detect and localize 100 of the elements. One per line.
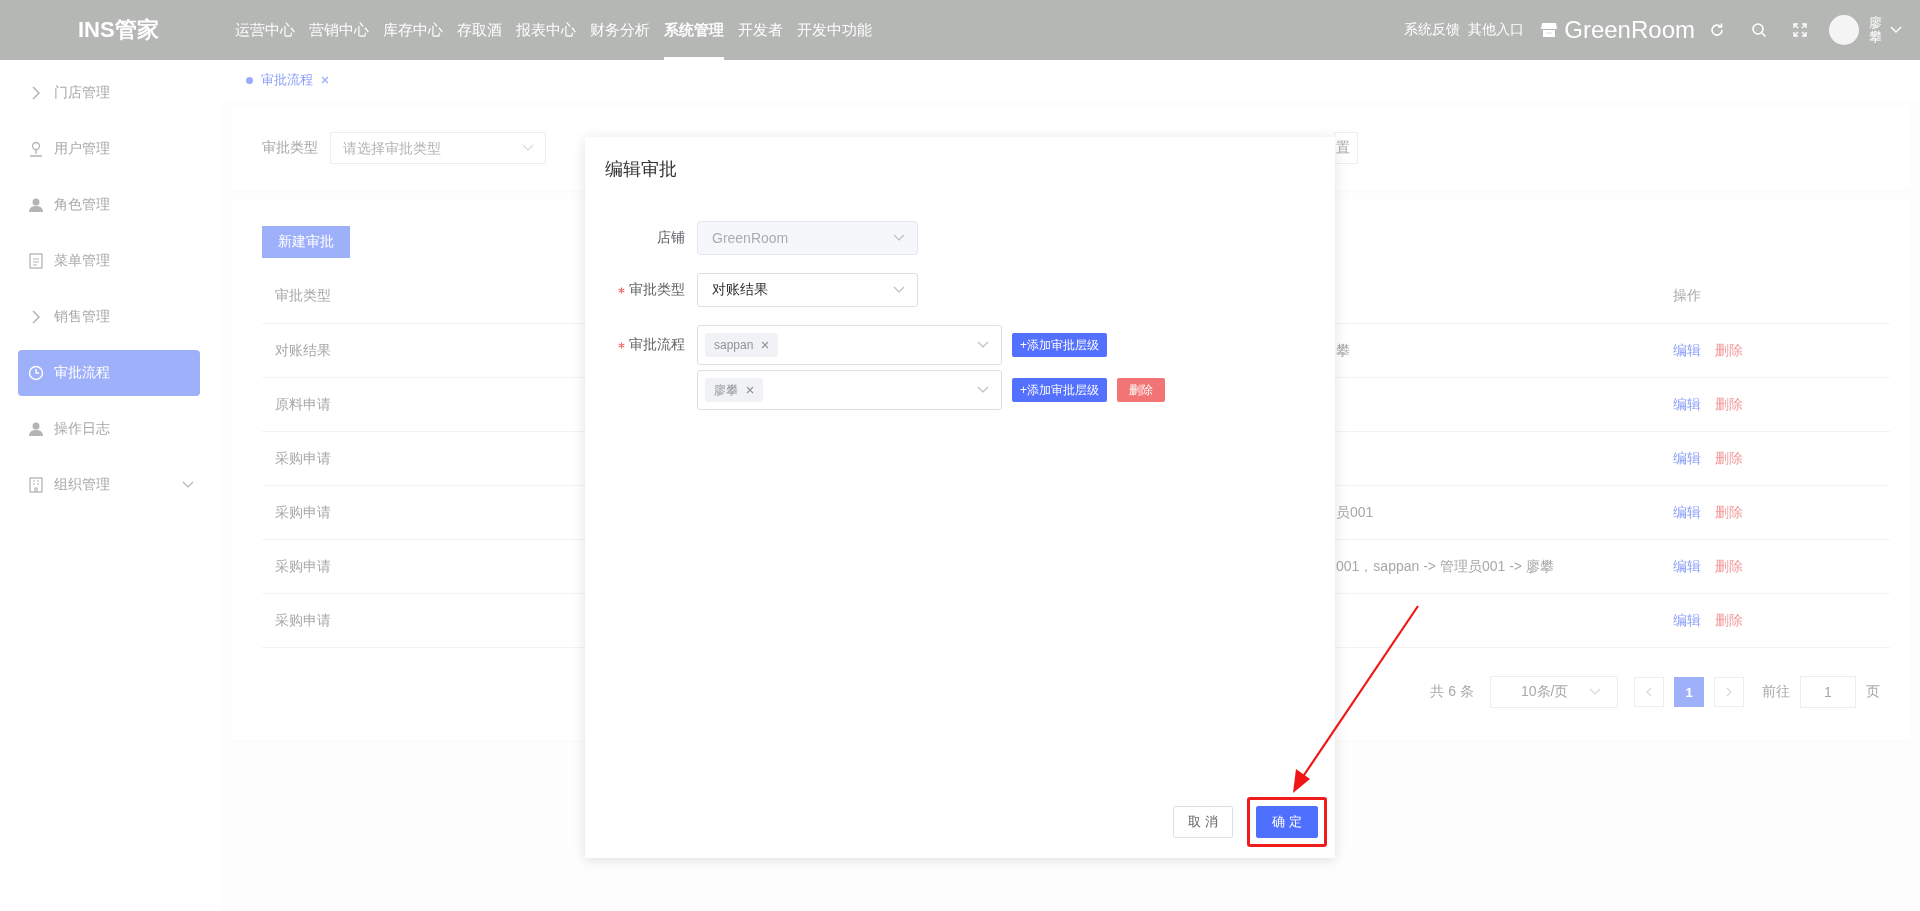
approver-select[interactable]: sappan — [697, 325, 1002, 365]
user-icon — [28, 197, 44, 213]
sidebar-item[interactable]: 销售管理 — [18, 294, 200, 340]
page-number[interactable]: 1 — [1674, 677, 1704, 707]
edit-link[interactable]: 编辑 — [1673, 611, 1701, 628]
chevron-right-icon — [1726, 687, 1732, 697]
fullscreen-icon[interactable] — [1793, 23, 1807, 37]
table-cell: 采购申请 — [275, 611, 331, 628]
delete-link[interactable]: 删除 — [1715, 395, 1743, 412]
nav-tab[interactable]: 报表中心 — [516, 0, 576, 60]
edit-link[interactable]: 编辑 — [1673, 503, 1701, 520]
caret-icon — [893, 234, 905, 242]
approver-tag: 廖攀 — [705, 378, 763, 402]
next-page-button[interactable] — [1714, 677, 1744, 707]
nav-tab[interactable]: 开发者 — [738, 0, 783, 60]
sidebar-label: 菜单管理 — [54, 252, 110, 270]
sidebar-item[interactable]: 菜单管理 — [18, 238, 200, 284]
sidebar-item[interactable]: 门店管理 — [18, 70, 200, 116]
page-input[interactable]: 1 — [1800, 676, 1856, 708]
sidebar-label: 审批流程 — [54, 364, 110, 382]
nav-tab[interactable]: 运营中心 — [235, 0, 295, 60]
clock-icon — [28, 365, 44, 381]
edit-link[interactable]: 编辑 — [1673, 395, 1701, 412]
caret-icon — [522, 144, 534, 152]
search-icon[interactable] — [1751, 22, 1767, 38]
delete-link[interactable]: 删除 — [1715, 341, 1743, 358]
approver-tag: sappan — [705, 333, 779, 357]
app-logo: INS管家 — [77, 16, 160, 44]
approval-type-select[interactable]: 请选择审批类型 — [330, 132, 546, 164]
new-approval-button[interactable]: 新建审批 — [262, 226, 350, 258]
refresh-icon[interactable] — [1709, 22, 1725, 38]
form-label: 店铺 — [657, 229, 685, 247]
sidebar-item[interactable]: 审批流程 — [18, 350, 200, 396]
delete-link[interactable]: 删除 — [1715, 611, 1743, 628]
header-link[interactable]: 系统反馈 — [1404, 21, 1461, 39]
form-label: 审批流程 — [629, 336, 685, 354]
building-icon — [28, 477, 44, 493]
add-level-button[interactable]: +添加审批层级 — [1012, 378, 1107, 402]
sidebar-label: 用户管理 — [54, 140, 110, 158]
approver-select[interactable]: 廖攀 — [697, 370, 1002, 410]
column-header: 操作 — [1673, 286, 1702, 305]
previous-page-button[interactable] — [1634, 677, 1664, 707]
delete-link[interactable]: 删除 — [1715, 557, 1743, 574]
edit-link[interactable]: 编辑 — [1673, 341, 1701, 358]
remove-icon[interactable] — [761, 341, 770, 349]
nav-tab[interactable]: 开发中功能 — [797, 0, 872, 60]
delete-link[interactable]: 删除 — [1715, 503, 1743, 520]
add-level-button[interactable]: +添加审批层级 — [1012, 333, 1107, 357]
nav-tab[interactable]: 存取酒 — [457, 0, 502, 60]
form-label: 审批类型 — [629, 281, 685, 299]
sidebar-item[interactable]: 用户管理 — [18, 126, 200, 172]
filter-label: 审批类型 — [262, 139, 318, 157]
table-cell: 对账结果 — [275, 341, 331, 358]
edit-link[interactable]: 编辑 — [1673, 449, 1701, 466]
nav-tab[interactable]: 库存中心 — [383, 0, 443, 60]
total-count: 共 6 条 — [1430, 683, 1474, 701]
nav-tab[interactable]: 财务分析 — [590, 0, 650, 60]
sidebar-label: 操作日志 — [54, 420, 110, 438]
table-cell: 原料申请 — [275, 395, 331, 412]
table-cell: 采购申请 — [275, 503, 331, 520]
reset-button[interactable]: 置 — [1334, 132, 1358, 164]
confirm-button[interactable]: 确 定 — [1256, 806, 1318, 838]
delete-link[interactable]: 删除 — [1715, 449, 1743, 466]
caret-icon — [977, 341, 989, 349]
table-cell: 员001 — [1336, 503, 1374, 520]
status-dot — [246, 76, 253, 84]
table-cell: 001，sappan -> 管理员001 -> 廖攀 — [1336, 557, 1554, 574]
document-icon — [28, 253, 44, 269]
caret-icon — [1589, 688, 1601, 696]
chevron-left-icon — [1646, 687, 1652, 697]
page-tab[interactable]: 审批流程 — [232, 62, 343, 98]
nav-tab[interactable]: 营销中心 — [309, 0, 369, 60]
cancel-button[interactable]: 取 消 — [1173, 806, 1233, 838]
sidebar-label: 销售管理 — [54, 308, 110, 326]
sidebar-item[interactable]: 操作日志 — [18, 406, 200, 452]
user-icon — [28, 141, 44, 157]
sidebar-label: 组织管理 — [54, 476, 110, 494]
required-asterisk-icon — [618, 341, 625, 349]
header-link[interactable]: 其他入口 — [1468, 21, 1525, 39]
store-icon — [1540, 21, 1559, 39]
remove-icon[interactable] — [746, 386, 754, 394]
page-size-select[interactable]: 10条/页 — [1490, 676, 1618, 708]
user-name[interactable]: 廖攀 — [1869, 15, 1882, 45]
table-cell: 攀 — [1336, 341, 1350, 358]
caret-icon[interactable] — [1890, 26, 1902, 34]
expand-caret-icon — [182, 481, 194, 489]
store-name[interactable]: GreenRoom — [1564, 16, 1695, 44]
sidebar-label: 门店管理 — [54, 84, 110, 102]
avatar[interactable] — [1829, 15, 1859, 45]
close-icon[interactable] — [321, 76, 329, 84]
edit-link[interactable]: 编辑 — [1673, 557, 1701, 574]
caret-icon — [977, 386, 989, 394]
delete-level-button[interactable]: 删除 — [1117, 378, 1165, 402]
table-cell: 采购申请 — [275, 557, 331, 574]
user-icon — [28, 421, 44, 437]
select-field[interactable]: 对账结果 — [697, 273, 918, 307]
sidebar-item[interactable]: 组织管理 — [18, 462, 200, 508]
table-cell: 采购申请 — [275, 449, 331, 466]
column-header: 审批类型 — [275, 286, 331, 303]
sidebar-item[interactable]: 角色管理 — [18, 182, 200, 228]
